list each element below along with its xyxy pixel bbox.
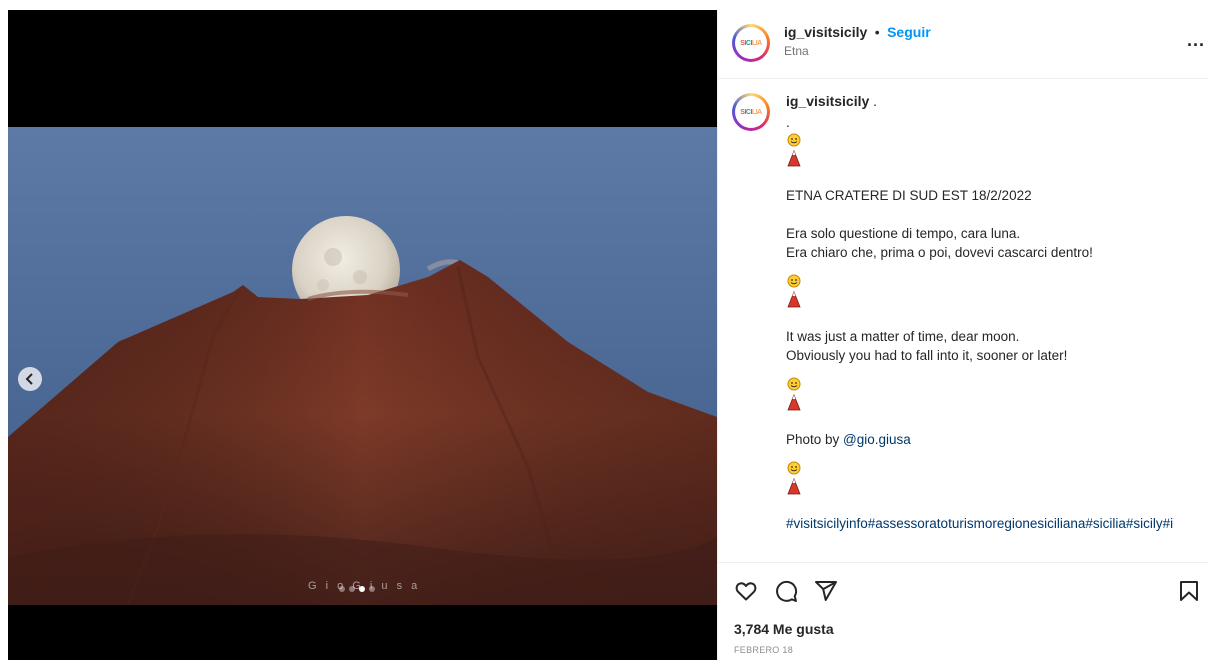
post-date: FEBRERO 18 — [734, 645, 794, 655]
caption-avatar[interactable]: SI CI LIA — [732, 93, 770, 131]
carousel-dots — [339, 586, 375, 592]
caption-area: SI CI LIA ig_visitsicily . . ETNA CRATERE … — [718, 79, 1208, 562]
share-icon[interactable] — [814, 579, 838, 603]
avatar-text: LIA — [751, 108, 762, 116]
action-bar: 3,784 Me gusta FEBRERO 18 — [718, 562, 1208, 663]
location-link[interactable]: Etna — [784, 44, 931, 58]
likes-count[interactable]: 3,784 Me gusta — [734, 621, 834, 637]
follow-button[interactable]: Seguir — [887, 24, 931, 40]
smile-volcano-emoji-icon — [787, 377, 801, 411]
more-icon[interactable]: ... — [1187, 30, 1205, 51]
caption-text: . ETNA CRATERE DI SUD EST 18/2/2022 Era … — [786, 103, 1201, 533]
caption-en-line1: It was just a matter of time, dear moon. — [786, 329, 1020, 344]
separator: • — [874, 24, 880, 40]
smile-volcano-emoji-icon — [787, 461, 801, 495]
avatar-logo: SI CI LIA — [735, 27, 767, 59]
photo-credit: Photo by @gio.giusa — [786, 430, 1201, 449]
carousel-dot-active — [359, 586, 365, 592]
hashtags-link[interactable]: #visitsicilyinfo#assessoratoturismoregio… — [786, 514, 1201, 533]
header-text: ig_visitsicily • Seguir Etna — [784, 24, 931, 58]
avatar[interactable]: SI CI LIA — [732, 24, 770, 62]
post-side-panel: SI CI LIA ig_visitsicily • Seguir Etna ...… — [717, 10, 1208, 660]
post-photo — [8, 127, 717, 605]
bookmark-icon[interactable] — [1177, 579, 1201, 603]
caption-dot: . — [786, 115, 790, 130]
header-username[interactable]: ig_visitsicily — [784, 24, 867, 40]
caption-it-line2: Era chiaro che, prima o poi, dovevi casc… — [786, 245, 1093, 260]
comment-icon[interactable] — [774, 579, 798, 603]
caption-it-line1: Era solo questione di tempo, cara luna. — [786, 226, 1021, 241]
carousel-prev-button[interactable] — [18, 367, 42, 391]
heart-icon[interactable] — [734, 579, 758, 603]
post-header: SI CI LIA ig_visitsicily • Seguir Etna ... — [718, 10, 1208, 79]
etna-moon-photo — [8, 127, 717, 605]
caption-en-line2: Obviously you had to fall into it, soone… — [786, 348, 1068, 363]
carousel-dot — [369, 586, 375, 592]
caption-title: ETNA CRATERE DI SUD EST 18/2/2022 — [786, 188, 1032, 203]
post-media[interactable]: G i o G i u s a — [8, 10, 717, 660]
avatar-logo: SI CI LIA — [735, 96, 767, 128]
photo-credit-prefix: Photo by — [786, 432, 844, 447]
smile-volcano-emoji-icon — [787, 133, 801, 167]
smile-volcano-emoji-icon — [787, 274, 801, 308]
carousel-dot — [339, 586, 345, 592]
avatar-text: LIA — [751, 39, 762, 47]
carousel-dot — [349, 586, 355, 592]
photographer-link[interactable]: @gio.giusa — [843, 432, 911, 447]
chevron-left-icon — [25, 373, 33, 385]
